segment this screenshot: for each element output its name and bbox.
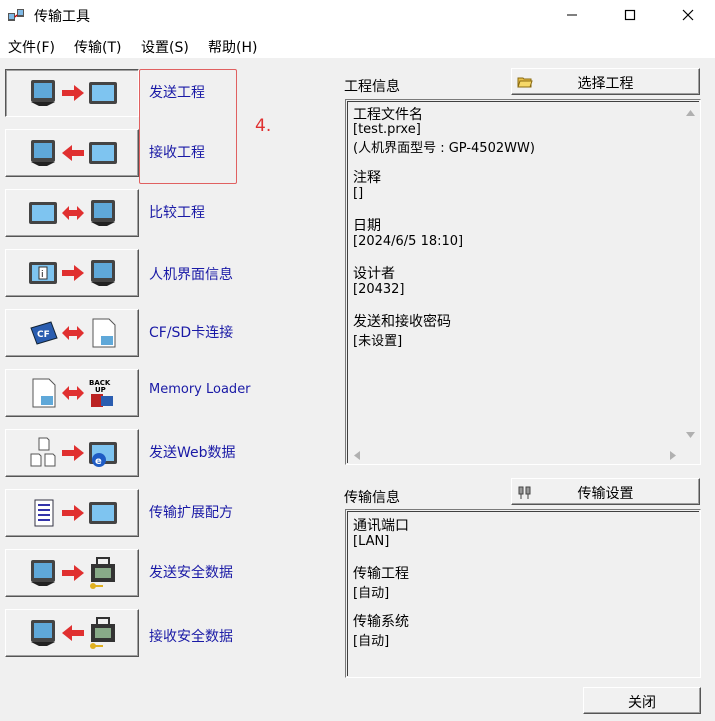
maximize-icon [624, 9, 636, 21]
send-web-data-label[interactable]: 发送Web数据 [149, 442, 236, 462]
hmi-info-icon: i [29, 260, 115, 286]
send-web-data-button[interactable]: e [5, 429, 139, 477]
menu-help[interactable]: 帮助(H) [208, 37, 257, 57]
date-value: [2024/6/5 18:10] [353, 234, 464, 249]
annotation-highlight-box [139, 69, 237, 184]
receive-security-data-label[interactable]: 接收安全数据 [149, 626, 233, 646]
minimize-icon [567, 14, 577, 16]
close-button[interactable]: 关闭 [583, 687, 701, 714]
select-project-button[interactable]: 选择工程 [511, 68, 700, 95]
scroll-left-icon[interactable] [353, 450, 361, 461]
memory-loader-icon: BACK UP [32, 378, 113, 408]
svg-text:CF: CF [37, 330, 50, 340]
comment-value: [] [353, 186, 364, 201]
memory-loader-button[interactable]: BACK UP [5, 369, 139, 417]
hmi-model-value: (人机界面型号 : GP-4502WW) [353, 141, 535, 156]
password-heading: 发送和接收密码 [353, 314, 451, 330]
annotation-step-number: 4. [255, 116, 272, 136]
receive-project-button[interactable] [5, 129, 139, 177]
close-button-label: 关闭 [628, 695, 656, 711]
send-security-data-button[interactable] [5, 549, 139, 597]
project-file-heading: 工程文件名 [353, 107, 423, 123]
compare-project-button[interactable] [5, 189, 139, 237]
close-icon [682, 9, 694, 21]
menu-transfer[interactable]: 传输(T) [74, 37, 121, 57]
transfer-tool-icon [8, 9, 24, 21]
project-info-content: 工程文件名 [test.prxe] (人机界面型号 : GP-4502WW) 注… [347, 101, 699, 463]
transfer-settings-label: 传输设置 [577, 486, 634, 502]
receive-project-icon [31, 140, 117, 166]
horizontal-scrollbar[interactable] [348, 446, 682, 463]
send-security-data-label[interactable]: 发送安全数据 [149, 562, 233, 582]
send-project-button[interactable] [5, 69, 139, 117]
transfer-recipe-icon [34, 499, 117, 527]
maximize-button[interactable] [601, 0, 659, 30]
comm-port-heading: 通讯端口 [353, 518, 409, 534]
send-web-data-icon: e [30, 437, 117, 467]
transfer-recipe-label[interactable]: 传输扩展配方 [149, 502, 233, 522]
select-project-label: 选择工程 [577, 76, 634, 92]
designer-value: [20432] [353, 282, 405, 297]
scroll-up-icon[interactable] [685, 109, 696, 117]
hmi-info-button[interactable]: i [5, 249, 139, 297]
transfer-info-panel: 通讯端口 [LAN] 传输工程 [自动] 传输系统 [自动] [345, 509, 701, 678]
compare-project-icon [29, 200, 115, 226]
minimize-button[interactable] [543, 0, 601, 30]
send-security-data-icon [31, 557, 115, 589]
transfer-recipe-button[interactable] [5, 489, 139, 537]
designer-heading: 设计者 [353, 266, 395, 282]
project-file-value: [test.prxe] [353, 122, 421, 137]
password-value: [未设置] [353, 334, 403, 349]
transfer-info-label: 传输信息 [344, 490, 400, 506]
window-title: 传输工具 [34, 9, 90, 25]
close-window-button[interactable] [659, 0, 715, 30]
date-heading: 日期 [353, 218, 381, 234]
project-info-label: 工程信息 [344, 79, 400, 95]
transfer-project-heading: 传输工程 [353, 566, 409, 582]
svg-text:e: e [95, 456, 102, 467]
project-info-panel: 工程文件名 [test.prxe] (人机界面型号 : GP-4502WW) 注… [345, 99, 701, 465]
comment-heading: 注释 [353, 170, 381, 186]
transfer-settings-button[interactable]: 传输设置 [511, 478, 700, 505]
cf-sd-card-connect-icon: CF [30, 318, 116, 348]
transfer-system-heading: 传输系统 [353, 614, 409, 630]
compare-project-label[interactable]: 比较工程 [149, 202, 205, 222]
cf-sd-card-connect-label[interactable]: CF/SD卡连接 [149, 322, 233, 342]
memory-loader-label[interactable]: Memory Loader [149, 382, 251, 397]
menu-file[interactable]: 文件(F) [8, 37, 55, 57]
svg-text:UP: UP [95, 386, 106, 394]
send-project-icon [31, 80, 117, 106]
svg-text:i: i [41, 270, 44, 280]
transfer-system-value: [自动] [353, 634, 390, 649]
transfer-project-value: [自动] [353, 586, 390, 601]
receive-security-data-icon [31, 617, 115, 649]
scroll-right-icon[interactable] [669, 450, 677, 461]
vertical-scrollbar[interactable] [682, 102, 699, 446]
cf-sd-card-connect-button[interactable]: CF [5, 309, 139, 357]
menu-settings[interactable]: 设置(S) [141, 37, 189, 57]
scroll-down-icon[interactable] [685, 431, 696, 439]
receive-security-data-button[interactable] [5, 609, 139, 657]
comm-port-value: [LAN] [353, 534, 390, 549]
transfer-info-content: 通讯端口 [LAN] 传输工程 [自动] 传输系统 [自动] [347, 511, 699, 676]
menu-bar: 文件(F) 传输(T) 设置(S) 帮助(H) [0, 30, 715, 59]
hmi-info-label[interactable]: 人机界面信息 [149, 264, 233, 284]
title-bar: 传输工具 [0, 0, 715, 30]
